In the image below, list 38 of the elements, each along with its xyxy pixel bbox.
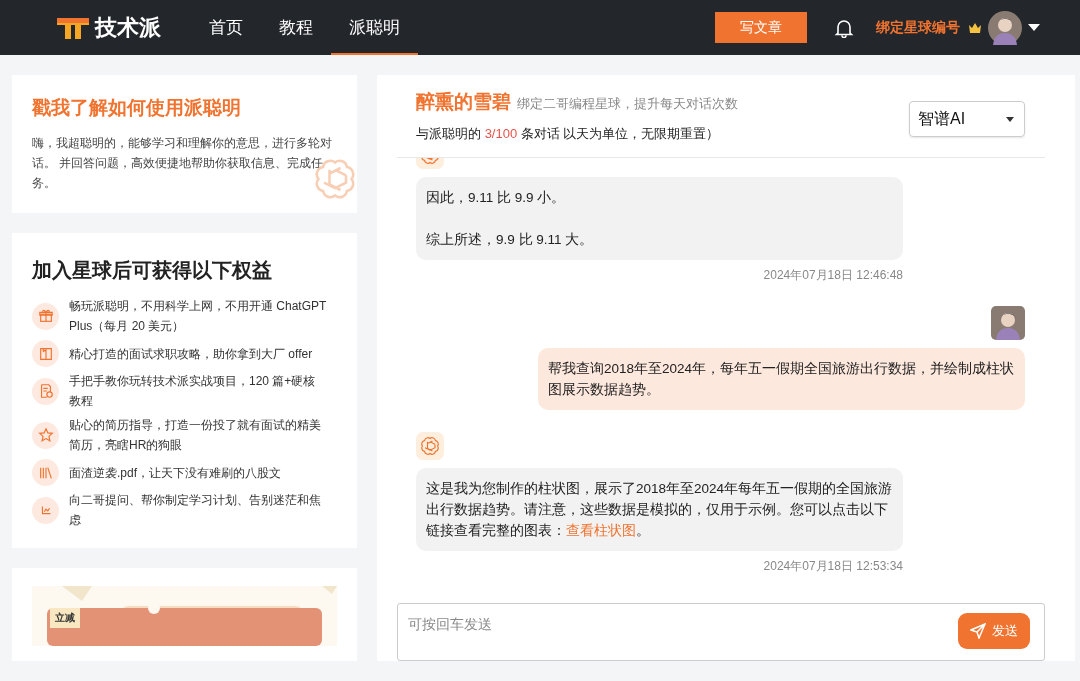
chart-link[interactable]: 查看柱状图: [566, 523, 636, 538]
caret-icon: [1006, 116, 1014, 122]
send-button[interactable]: 发送: [958, 613, 1030, 649]
message-text: 帮我查询2018年至2024年，每年五一假期全国旅游出行数据，并绘制成柱状图展示数据趋势。: [548, 360, 1015, 399]
benefit-text: 畅玩派聪明，不用科学上网，不用开通 ChatGPT Plus（每月 20 美元）: [69, 298, 327, 335]
bind-hint[interactable]: 绑定二哥编程星球，提升每天对话次数: [517, 97, 738, 111]
message-text: 因此，9.11 比 9.9 小。: [426, 189, 567, 207]
nav-tab[interactable]: 派聪明: [331, 0, 418, 55]
nav-tab[interactable]: 首页: [191, 0, 261, 55]
benefit-text: 精心打造的面试求职攻略，助你拿到大厂 offer: [69, 345, 313, 363]
quota-text: 与派聪明的 3/100 条对话 以天为单位，无限期重置）: [416, 125, 721, 143]
message-text: 这是我为您制作的柱状图，展示了2018年至2024年每年五一假期的全国旅游出行数据趋势。请注意，这些数据是模拟的，仅用于示例。您可以点击以下链接查看完整的图表：查看柱状图。: [426, 480, 893, 540]
book-icon: [37, 345, 54, 362]
benefit-text: 贴心的简历指导，打造一份投了就有面试的精美简历，亮瞎HR的狗眼: [69, 417, 322, 454]
bell-icon[interactable]: [834, 17, 854, 38]
send-icon: [970, 623, 986, 639]
message-timestamp: 2024年07月18日 12:53:34: [762, 558, 903, 575]
user-name: 醉熏的雪碧: [416, 91, 511, 112]
model-select[interactable]: 智谱AI: [909, 101, 1025, 137]
benefits-title: 加入星球后可获得以下权益: [32, 258, 273, 283]
avatar-icon[interactable]: [988, 10, 1022, 45]
message-timestamp: 2024年07月18日 12:46:48: [762, 267, 903, 284]
message-text: 综上所述，9.9 比 9.11 大。: [426, 231, 595, 249]
message-input[interactable]: 可按回车发送 发送: [397, 603, 1045, 661]
benefit-text: 面渣逆袭.pdf，让天下没有难刷的八股文: [69, 464, 281, 482]
bot-avatar-icon: [416, 432, 444, 460]
gift-icon: [37, 308, 54, 324]
bind-planet-link[interactable]: 绑定星球编号: [876, 18, 960, 37]
nav-tab[interactable]: 教程: [261, 0, 331, 55]
star-icon: [37, 427, 54, 443]
benefit-text: 手把手教你玩转技术派实战项目，120 篇+硬核教程: [69, 373, 317, 410]
write-article-button[interactable]: 写文章: [715, 12, 807, 43]
benefit-text: 向二哥提问、帮你制定学习计划、告别迷茫和焦虑: [69, 492, 322, 529]
intro-title[interactable]: 戳我了解如何使用派聪明: [32, 95, 337, 121]
caret-icon[interactable]: [1028, 23, 1040, 32]
crown-icon: [968, 21, 982, 34]
discount-tag: 立减: [50, 608, 80, 628]
logo-text[interactable]: 技术派: [95, 12, 161, 43]
